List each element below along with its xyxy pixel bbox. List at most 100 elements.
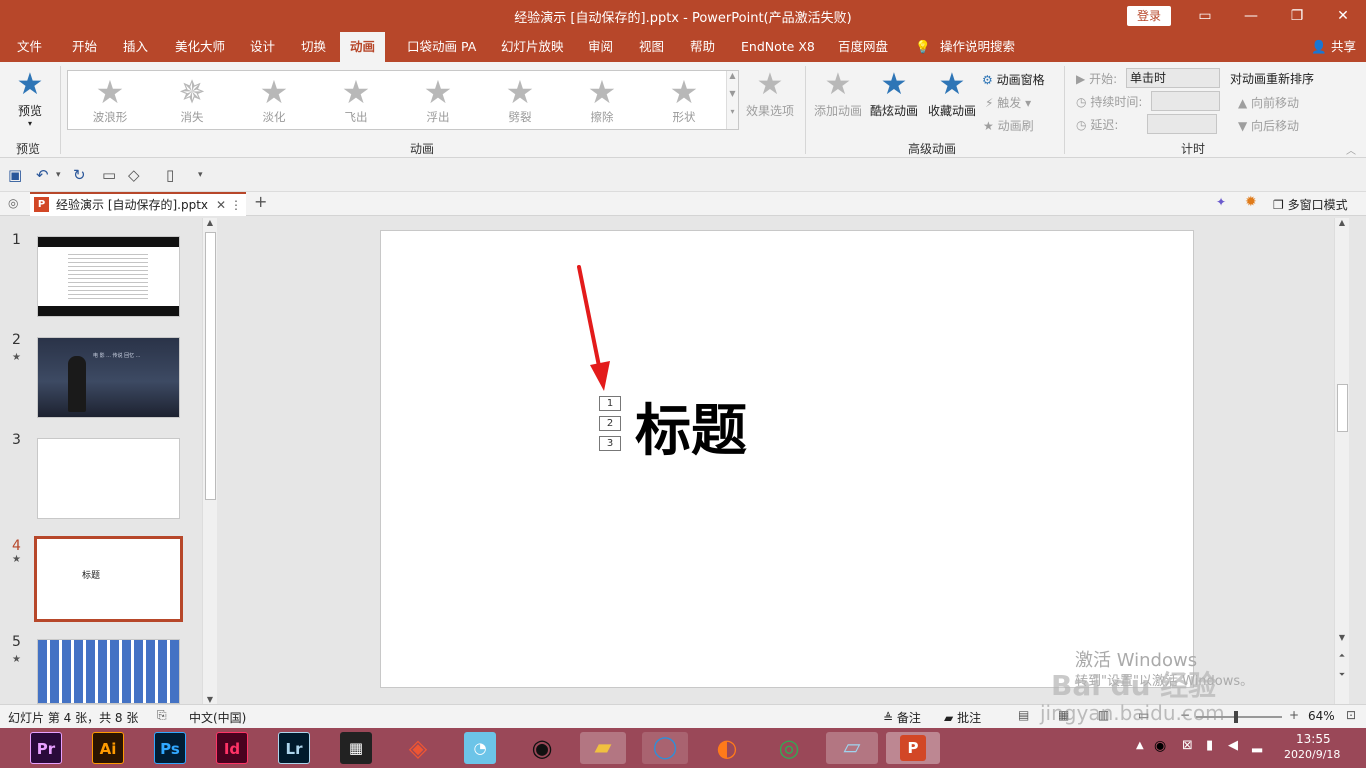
video-editor-icon[interactable]: ▦ — [340, 732, 372, 764]
magic-icon[interactable]: ✦ — [1216, 195, 1226, 209]
qq-tray-icon[interactable]: ◉ — [1154, 738, 1166, 754]
share-button[interactable]: 👤 共享 — [1311, 32, 1356, 62]
new-tab-icon[interactable]: + — [254, 192, 267, 211]
tab-review[interactable]: 审阅 — [588, 32, 613, 62]
comments-button[interactable]: ▰ 批注 — [944, 709, 981, 726]
chevron-down-icon[interactable]: ▾ — [56, 170, 61, 180]
maximize-icon[interactable]: ❐ — [1274, 0, 1320, 32]
ribbon-display-icon[interactable]: ▭ — [1182, 0, 1228, 32]
delay-input[interactable] — [1147, 114, 1217, 134]
notes-button[interactable]: ≜ 备注 — [883, 709, 921, 726]
slide[interactable]: 1 2 3 标题 — [380, 230, 1194, 688]
tab-view[interactable]: 视图 — [639, 32, 664, 62]
thumb-scrollbar[interactable]: ▲ ▼ — [202, 218, 217, 704]
trigger-button[interactable]: ⚡ 触发 ▾ — [985, 94, 1031, 111]
scroll-thumb[interactable] — [1337, 384, 1348, 432]
save-icon[interactable]: ▣ — [8, 166, 22, 184]
slide-thumb-1[interactable] — [37, 236, 180, 317]
media-player-icon[interactable]: ◐ — [704, 732, 750, 764]
close-tab-icon[interactable]: ✕ — [216, 194, 226, 216]
slide-thumb-4[interactable]: 标题 — [34, 536, 183, 622]
customize-qat-icon[interactable]: ▾ — [198, 170, 203, 180]
notepad-icon[interactable]: ▱ — [826, 732, 878, 764]
battery-icon[interactable]: ▮ — [1206, 738, 1213, 753]
show-hidden-icons[interactable]: ▲ — [1136, 740, 1144, 751]
slide-thumb-3[interactable] — [37, 438, 180, 519]
multiwindow-button[interactable]: ❐ 多窗口模式 — [1273, 196, 1348, 213]
anim-wave[interactable]: ★ 波浪形 — [75, 75, 145, 127]
gallery-scroll[interactable]: ▲ ▼ ▾ — [726, 71, 738, 129]
panel-icon[interactable]: ◎ — [8, 196, 18, 210]
tab-tell-me[interactable]: 操作说明搜索 — [940, 32, 1015, 62]
taskbar-lightroom[interactable]: Lr — [278, 732, 310, 764]
language[interactable]: 中文(中国) — [189, 709, 246, 726]
more-icon[interactable]: ⋮ — [230, 194, 242, 216]
fit-slide-icon[interactable]: ⊡ — [1346, 708, 1356, 722]
date[interactable]: 2020/9/18 — [1284, 748, 1340, 761]
zoom-in-icon[interactable]: + — [1289, 708, 1299, 722]
redo-icon[interactable]: ↻ — [73, 166, 86, 184]
anim-float-out[interactable]: ★ 浮出 — [403, 75, 473, 127]
tab-pocket-animation[interactable]: 口袋动画 PA — [407, 32, 476, 62]
taskbar-premiere[interactable]: Pr — [30, 732, 62, 764]
move-earlier-button[interactable]: ▲ 向前移动 — [1238, 94, 1299, 111]
zoom-slider-thumb[interactable] — [1234, 711, 1238, 723]
tab-help[interactable]: 帮助 — [690, 32, 715, 62]
tab-file[interactable]: 文件 — [17, 32, 42, 62]
slide-thumb-2[interactable]: 电 影 ... 传说 回忆 ... — [37, 337, 180, 418]
file-explorer-icon[interactable]: ▰ — [580, 732, 626, 764]
tab-animations[interactable]: 动画 — [340, 32, 386, 62]
collapse-ribbon-icon[interactable]: ︿ — [1346, 142, 1356, 157]
taskbar-powerpoint[interactable]: P — [886, 732, 940, 764]
spellcheck-icon[interactable]: ⎘ — [157, 708, 167, 723]
animation-tag[interactable]: 2 — [599, 416, 621, 431]
tab-endnote[interactable]: EndNote X8 — [741, 32, 815, 62]
shape-icon[interactable]: ◇ — [128, 166, 140, 184]
anim-fly-out[interactable]: ★ 飞出 — [321, 75, 391, 127]
anim-disappear[interactable]: ✵ 消失 — [157, 75, 227, 127]
tab-design[interactable]: 设计 — [250, 32, 275, 62]
new-file-icon[interactable]: ▯ — [166, 166, 174, 184]
minimize-icon[interactable]: — — [1228, 0, 1274, 32]
animation-tag[interactable]: 3 — [599, 436, 621, 451]
scroll-down-icon[interactable]: ▼ — [1335, 633, 1349, 642]
animation-tag[interactable]: 1 — [599, 396, 621, 411]
chat-app-icon[interactable]: ◔ — [464, 732, 496, 764]
doc-tab[interactable]: P 经验演示 [自动保存的].pptx ✕ ⋮ — [30, 192, 246, 216]
wps-icon[interactable]: ◈ — [402, 732, 434, 764]
login-button[interactable]: 登录 — [1127, 6, 1171, 26]
duration-input[interactable] — [1151, 91, 1220, 111]
volume-icon[interactable]: ◀ — [1228, 738, 1238, 753]
qq-icon[interactable]: ◉ — [526, 732, 558, 764]
tab-home[interactable]: 开始 — [72, 32, 97, 62]
tab-transitions[interactable]: 切换 — [301, 32, 326, 62]
prev-slide-icon[interactable]: ⏶ — [1335, 651, 1349, 661]
move-later-button[interactable]: ▼ 向后移动 — [1238, 117, 1299, 134]
network-tray-icon[interactable]: ⊠ — [1182, 738, 1193, 753]
fav-animation-button[interactable]: ★ 收藏动画 — [925, 68, 979, 119]
add-animation-button[interactable]: ★ 添加动画 — [812, 68, 864, 119]
effect-options-button[interactable]: ★ 效果选项 — [744, 68, 796, 119]
cool-animation-button[interactable]: ★ 酷炫动画 — [868, 68, 920, 119]
next-slide-icon[interactable]: ⏷ — [1335, 670, 1349, 680]
scroll-up-icon[interactable]: ▲ — [1335, 218, 1349, 227]
taskbar-indesign[interactable]: Id — [216, 732, 248, 764]
slide-thumb-5[interactable] — [37, 639, 180, 704]
start-select[interactable]: 单击时 — [1126, 68, 1220, 88]
settings-icon[interactable]: ✹ — [1245, 194, 1257, 210]
scroll-down-icon[interactable]: ▼ — [203, 695, 217, 704]
scroll-up-icon[interactable]: ▲ — [203, 218, 217, 227]
tab-beautify[interactable]: 美化大师 — [175, 32, 225, 62]
zoom-level[interactable]: 64% — [1308, 709, 1335, 723]
slide-title[interactable]: 标题 — [635, 397, 747, 467]
taskbar-photoshop[interactable]: Ps — [154, 732, 186, 764]
taskbar-illustrator[interactable]: Ai — [92, 732, 124, 764]
anim-wipe[interactable]: ★ 擦除 — [567, 75, 637, 127]
scroll-thumb[interactable] — [205, 232, 216, 500]
chrome-icon[interactable]: ◎ — [766, 732, 812, 764]
anim-split[interactable]: ★ 劈裂 — [485, 75, 555, 127]
animation-painter-button[interactable]: ★ 动画刷 — [983, 117, 1034, 134]
tab-insert[interactable]: 插入 — [123, 32, 148, 62]
clock[interactable]: 13:55 — [1296, 732, 1331, 746]
preview-button[interactable]: ★ 预览 ▾ — [12, 68, 48, 129]
